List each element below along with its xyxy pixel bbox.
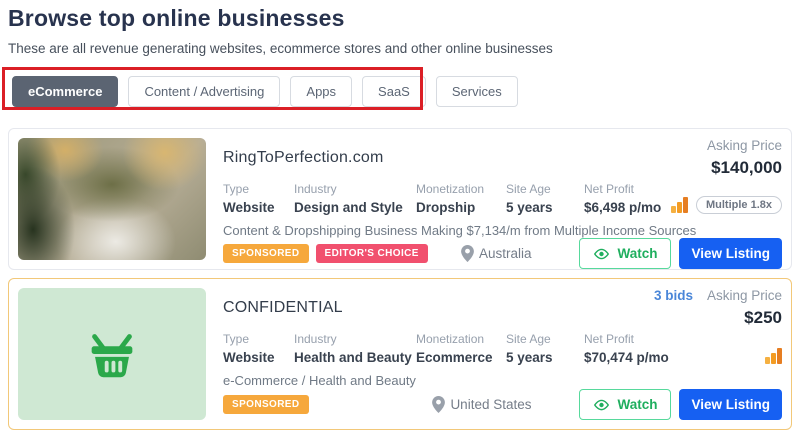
price-block: Asking Price $140,000: [707, 138, 782, 178]
category-tabs: eCommerce Content / Advertising Apps Saa…: [8, 73, 792, 107]
bids-link[interactable]: 3 bids: [654, 288, 693, 303]
net-profit-label: Net Profit: [584, 182, 635, 196]
asking-price-value: $140,000: [711, 158, 782, 177]
map-pin-icon: [432, 396, 446, 413]
industry-value: Design and Style: [294, 200, 403, 215]
listing-location: Australia: [461, 245, 532, 262]
price-block: 3 bids Asking Price $250: [654, 288, 782, 328]
asking-price-value: $250: [744, 308, 782, 327]
location-text: United States: [450, 397, 532, 412]
tab-apps[interactable]: Apps: [290, 76, 353, 107]
eye-icon: [594, 399, 610, 410]
shopping-basket-icon: [91, 334, 133, 378]
listings-list: RingToPerfection.com Asking Price $140,0…: [8, 128, 792, 430]
sponsored-badge: SPONSORED: [223, 395, 309, 414]
watch-button[interactable]: Watch: [579, 389, 672, 420]
browse-page: Browse top online businesses These are a…: [0, 0, 800, 430]
bar-chart-icon: [670, 197, 688, 213]
listing-thumbnail-photo[interactable]: [18, 138, 206, 260]
watch-button-label: Watch: [617, 397, 658, 412]
view-listing-button[interactable]: View Listing: [679, 238, 782, 269]
monetization-value: Ecommerce: [416, 350, 493, 365]
location-text: Australia: [478, 246, 532, 261]
listing-location: United States: [432, 396, 531, 413]
net-profit-value: $70,474 p/mo: [584, 350, 669, 365]
tab-services[interactable]: Services: [435, 76, 518, 107]
badges: SPONSORED EDITOR'S CHOICE: [223, 244, 428, 263]
monetization-label: Monetization: [416, 182, 485, 196]
sponsored-badge: SPONSORED: [223, 244, 309, 263]
monetization-label: Monetization: [416, 332, 485, 346]
asking-price-label: Asking Price: [706, 138, 782, 153]
listing-title[interactable]: CONFIDENTIAL: [223, 299, 343, 317]
watch-button[interactable]: Watch: [579, 238, 672, 269]
listing-card[interactable]: CONFIDENTIAL 3 bids Asking Price $250 Ty…: [8, 278, 792, 430]
listing-body: CONFIDENTIAL 3 bids Asking Price $250 Ty…: [223, 288, 782, 420]
monetization-value: Dropship: [416, 200, 476, 215]
tab-content-advertising[interactable]: Content / Advertising: [128, 76, 281, 107]
net-profit-value: $6,498 p/mo: [584, 200, 662, 215]
view-listing-button[interactable]: View Listing: [679, 389, 782, 420]
site-age-value: 5 years: [506, 200, 553, 215]
watch-button-label: Watch: [617, 246, 658, 261]
listing-title[interactable]: RingToPerfection.com: [223, 149, 384, 167]
map-pin-icon: [461, 245, 474, 262]
type-label: Type: [223, 182, 250, 196]
eye-icon: [594, 248, 610, 259]
page-subtitle: These are all revenue generating website…: [8, 41, 553, 56]
editors-choice-badge: EDITOR'S CHOICE: [315, 244, 428, 263]
industry-label: Industry: [294, 332, 337, 346]
listing-card[interactable]: RingToPerfection.com Asking Price $140,0…: [8, 128, 792, 270]
page-title: Browse top online businesses: [8, 5, 345, 31]
category-tabs-section: eCommerce Content / Advertising Apps Saa…: [2, 67, 792, 115]
asking-price-label: Asking Price: [706, 288, 782, 303]
listing-meta: Type Website Industry Design and Style M…: [223, 182, 782, 215]
tab-saas[interactable]: SaaS: [362, 76, 426, 107]
site-age-value: 5 years: [506, 350, 553, 365]
listing-description: Content & Dropshipping Business Making $…: [223, 223, 697, 238]
net-profit-label: Net Profit: [584, 332, 635, 346]
site-age-label: Site Age: [506, 182, 551, 196]
listing-description: e-Commerce / Health and Beauty: [223, 373, 416, 388]
industry-label: Industry: [294, 182, 337, 196]
listing-meta: Type Website Industry Health and Beauty …: [223, 332, 782, 365]
industry-value: Health and Beauty: [294, 350, 412, 365]
listing-body: RingToPerfection.com Asking Price $140,0…: [223, 138, 782, 269]
badges: SPONSORED: [223, 395, 309, 414]
type-label: Type: [223, 332, 250, 346]
tab-ecommerce[interactable]: eCommerce: [12, 76, 119, 107]
type-value: Website: [223, 200, 275, 215]
bar-chart-icon: [765, 348, 782, 364]
listing-thumbnail-basket[interactable]: [18, 288, 206, 420]
type-value: Website: [223, 350, 275, 365]
site-age-label: Site Age: [506, 332, 551, 346]
multiple-badge: Multiple 1.8x: [695, 196, 782, 214]
